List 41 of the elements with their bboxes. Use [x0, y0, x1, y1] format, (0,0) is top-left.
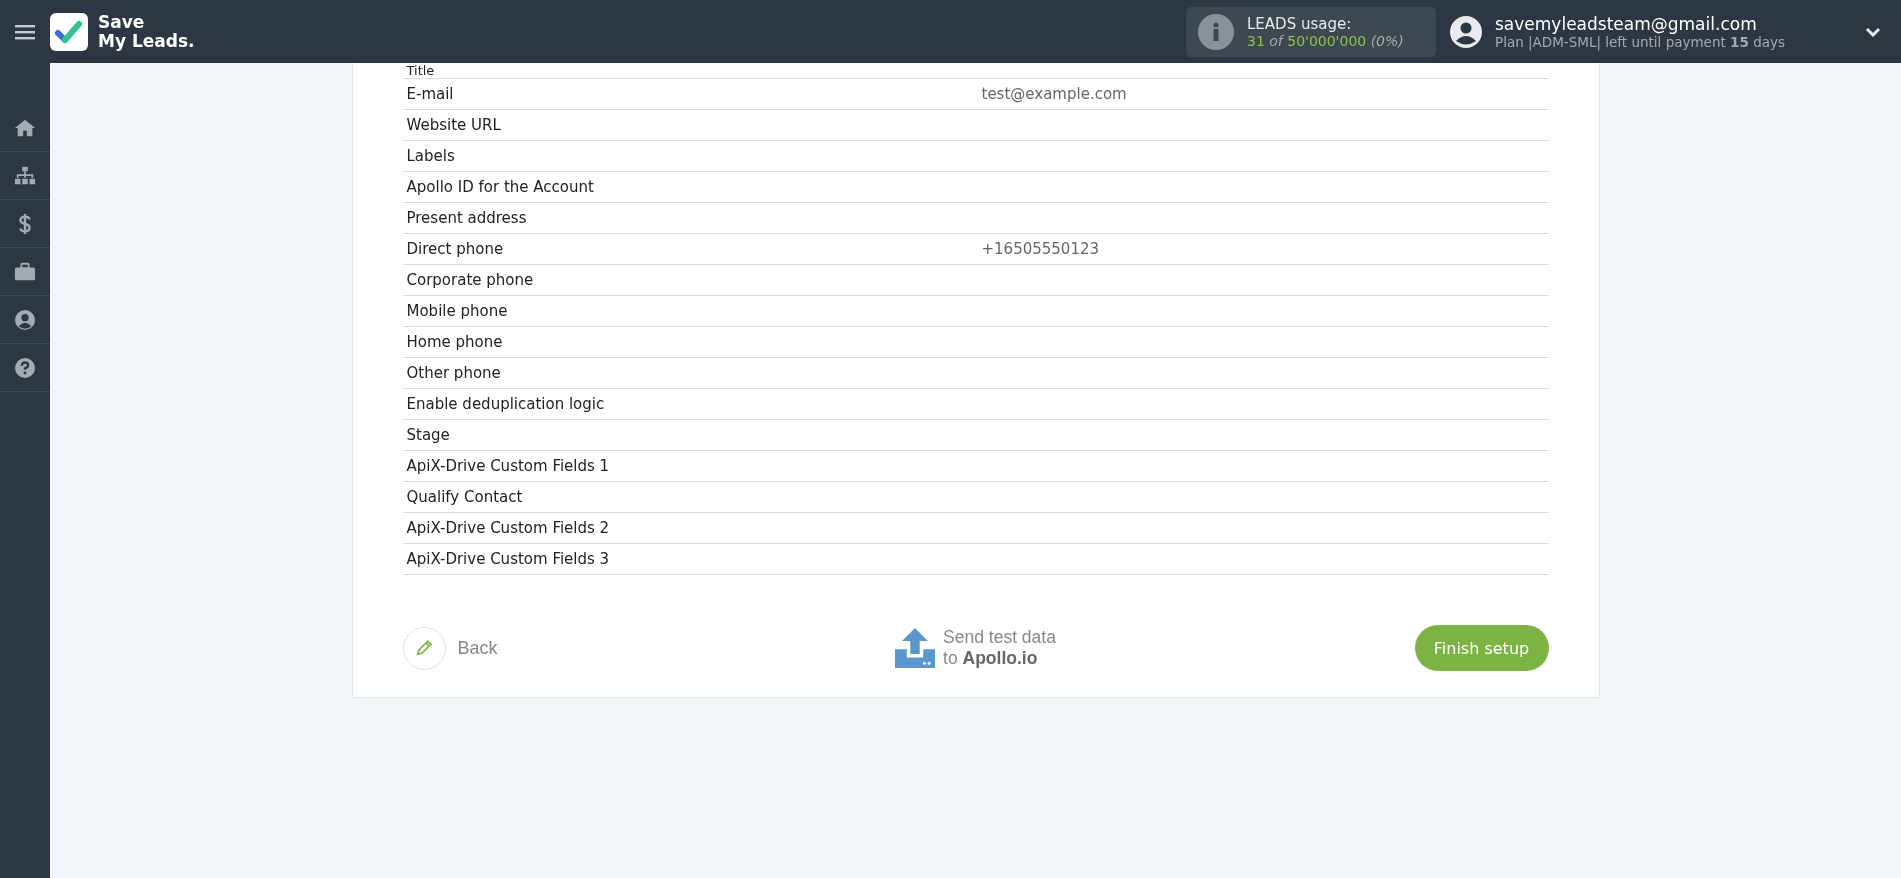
- field-label: ApiX-Drive Custom Fields 3: [406, 550, 611, 568]
- home-icon[interactable]: [14, 117, 36, 138]
- account-email[interactable]: savemyleadsteam@gmail.com: [1495, 13, 1865, 34]
- field-label: Enable deduplication logic: [406, 395, 606, 413]
- user-avatar-icon[interactable]: [1450, 15, 1482, 48]
- field-label: Present address: [406, 209, 528, 227]
- checkmark-logo-icon[interactable]: [50, 12, 88, 51]
- field-label: ApiX-Drive Custom Fields 1: [406, 457, 611, 475]
- user-circle-icon[interactable]: [14, 309, 36, 330]
- field-label: Title: [406, 63, 436, 78]
- upload-icon[interactable]: [895, 628, 936, 668]
- field-label: Other phone: [406, 364, 502, 382]
- field-label: Apollo ID for the Account: [406, 178, 595, 196]
- field-label: Corporate phone: [406, 271, 535, 289]
- chevron-down-icon[interactable]: [1865, 26, 1881, 37]
- back-link[interactable]: Back: [457, 637, 498, 659]
- logo-text: Save: [98, 12, 146, 32]
- field-label: Mobile phone: [406, 302, 509, 320]
- send-test-data-link[interactable]: to Apollo.io: [943, 648, 1056, 669]
- field-value: test@example.com: [981, 85, 1127, 103]
- pencil-icon: [414, 638, 434, 658]
- send-test-data-link[interactable]: Send test data: [943, 627, 1056, 648]
- field-label: E-mail: [406, 85, 455, 103]
- field-label: Stage: [406, 426, 451, 444]
- logo-text: My Leads.: [98, 31, 195, 51]
- field-value: +16505550123: [981, 240, 1100, 258]
- plan-info: Plan |ADM-SML| left until payment 15 days: [1495, 33, 1787, 50]
- field-label: Qualify Contact: [406, 488, 524, 506]
- field-label: Labels: [406, 147, 456, 165]
- finish-setup-button[interactable]: Finish setup: [1414, 625, 1549, 671]
- field-label: Website URL: [406, 116, 502, 134]
- info-icon: [1198, 13, 1234, 50]
- sitemap-icon[interactable]: [14, 165, 36, 186]
- field-label: ApiX-Drive Custom Fields 2: [406, 519, 611, 537]
- menu-icon[interactable]: [15, 23, 35, 40]
- usage-count: 31 of 50'000'000 (0%): [1247, 32, 1404, 49]
- field-label: Home phone: [406, 333, 504, 351]
- usage-label: LEADS usage:: [1247, 14, 1353, 33]
- help-icon[interactable]: [14, 357, 36, 378]
- field-label: Direct phone: [406, 240, 505, 258]
- briefcase-icon[interactable]: [14, 261, 36, 282]
